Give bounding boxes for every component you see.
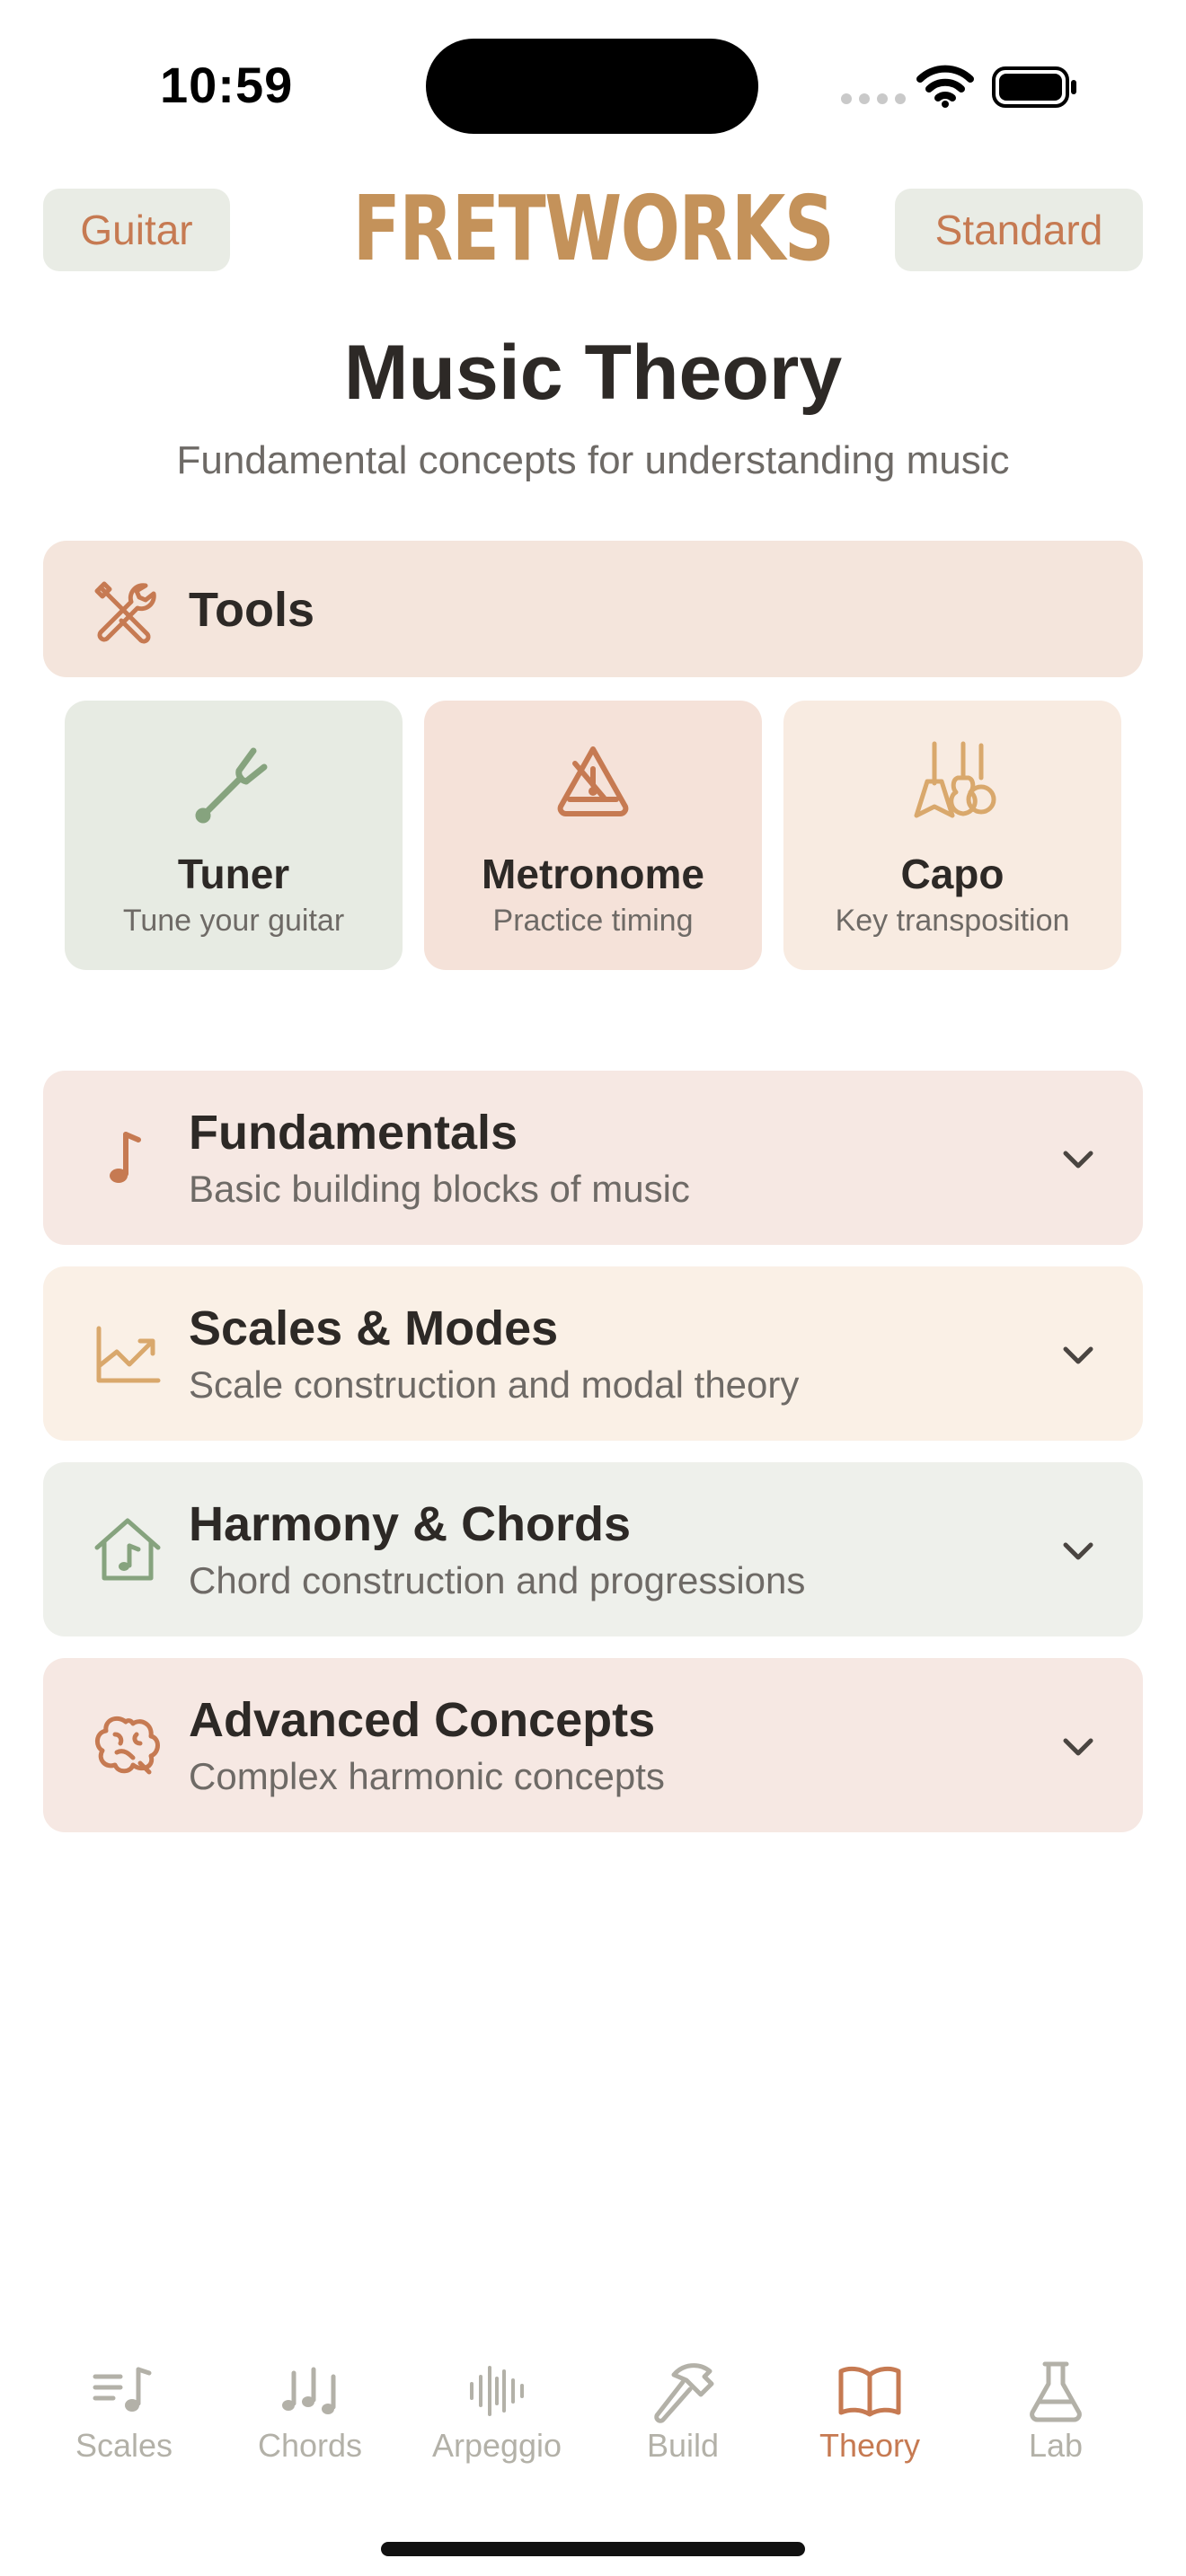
chevron-down-icon xyxy=(1063,1151,1093,1169)
capo-card[interactable]: Capo Key transposition xyxy=(783,701,1121,970)
metronome-card[interactable]: Metronome Practice timing xyxy=(424,701,762,970)
wrench-screwdriver-icon xyxy=(94,581,156,644)
status-time: 10:59 xyxy=(160,57,294,113)
page-subtitle: Fundamental concepts for understanding m… xyxy=(176,438,1010,482)
section-harmony-chords[interactable]: Harmony & Chords Chord construction and … xyxy=(43,1462,1143,1636)
chevron-down-icon xyxy=(1063,1346,1093,1364)
tab-label: Scales xyxy=(75,2427,173,2464)
tab-label: Build xyxy=(646,2427,720,2464)
chevron-down-icon xyxy=(1063,1738,1093,1756)
section-title: Harmony & Chords xyxy=(189,1497,632,1551)
metronome-icon xyxy=(557,746,629,816)
hammer-icon xyxy=(654,2363,714,2423)
guitars-icon xyxy=(914,741,996,818)
tab-arpeggio[interactable]: Arpeggio xyxy=(407,2317,587,2479)
section-scales-modes[interactable]: Scales & Modes Scale construction and mo… xyxy=(43,1266,1143,1441)
tab-bar: Scales Chords Arpeggio Build Theory Lab xyxy=(0,2317,1186,2497)
flask-icon xyxy=(1030,2361,1082,2422)
tab-theory[interactable]: Theory xyxy=(780,2317,960,2479)
tuner-card[interactable]: Tuner Tune your guitar xyxy=(65,701,403,970)
tool-title: Metronome xyxy=(482,851,704,897)
book-icon xyxy=(838,2366,901,2417)
waveform-icon xyxy=(470,2366,524,2416)
section-title: Advanced Concepts xyxy=(189,1693,656,1747)
tab-label: Arpeggio xyxy=(431,2427,562,2464)
chart-line-icon xyxy=(96,1326,161,1383)
section-title: Fundamentals xyxy=(189,1106,518,1160)
page-title: Music Theory xyxy=(343,330,843,416)
tool-title: Capo xyxy=(900,851,1005,897)
tab-lab[interactable]: Lab xyxy=(966,2317,1146,2479)
dynamic-island xyxy=(426,39,758,134)
tuning-fork-icon xyxy=(195,747,268,824)
tab-label: Theory xyxy=(819,2427,921,2464)
section-fundamentals[interactable]: Fundamentals Basic building blocks of mu… xyxy=(43,1071,1143,1245)
status-bar: 10:59 xyxy=(0,0,1186,153)
tools-header: Tools xyxy=(43,541,1143,677)
tool-subtitle: Practice timing xyxy=(492,904,694,938)
section-advanced-concepts[interactable]: Advanced Concepts Complex harmonic conce… xyxy=(43,1658,1143,1832)
tab-chords[interactable]: Chords xyxy=(220,2317,400,2479)
tool-subtitle: Tune your guitar xyxy=(122,904,345,938)
tool-subtitle: Key transposition xyxy=(835,904,1070,938)
brain-icon xyxy=(95,1716,160,1775)
chevron-down-icon xyxy=(1063,1542,1093,1560)
section-subtitle: Scale construction and modal theory xyxy=(189,1363,800,1406)
section-subtitle: Complex harmonic concepts xyxy=(189,1755,665,1797)
cellular-signal-icon xyxy=(841,93,906,104)
tool-title: Tuner xyxy=(177,851,290,897)
music-note-icon xyxy=(110,1132,141,1183)
tuning-button[interactable]: Standard xyxy=(895,189,1143,271)
tools-label: Tools xyxy=(189,583,314,637)
section-subtitle: Chord construction and progressions xyxy=(189,1559,806,1601)
battery-icon xyxy=(992,66,1076,108)
wifi-icon xyxy=(916,65,974,108)
notes-icon xyxy=(282,2367,336,2414)
scales-icon xyxy=(93,2367,152,2412)
tab-label: Lab xyxy=(1028,2427,1084,2464)
home-indicator xyxy=(381,2542,805,2556)
tab-scales[interactable]: Scales xyxy=(34,2317,214,2479)
music-house-icon xyxy=(94,1518,161,1581)
tab-build[interactable]: Build xyxy=(593,2317,773,2479)
section-subtitle: Basic building blocks of music xyxy=(189,1168,690,1210)
section-title: Scales & Modes xyxy=(189,1301,559,1355)
tab-label: Chords xyxy=(257,2427,363,2464)
